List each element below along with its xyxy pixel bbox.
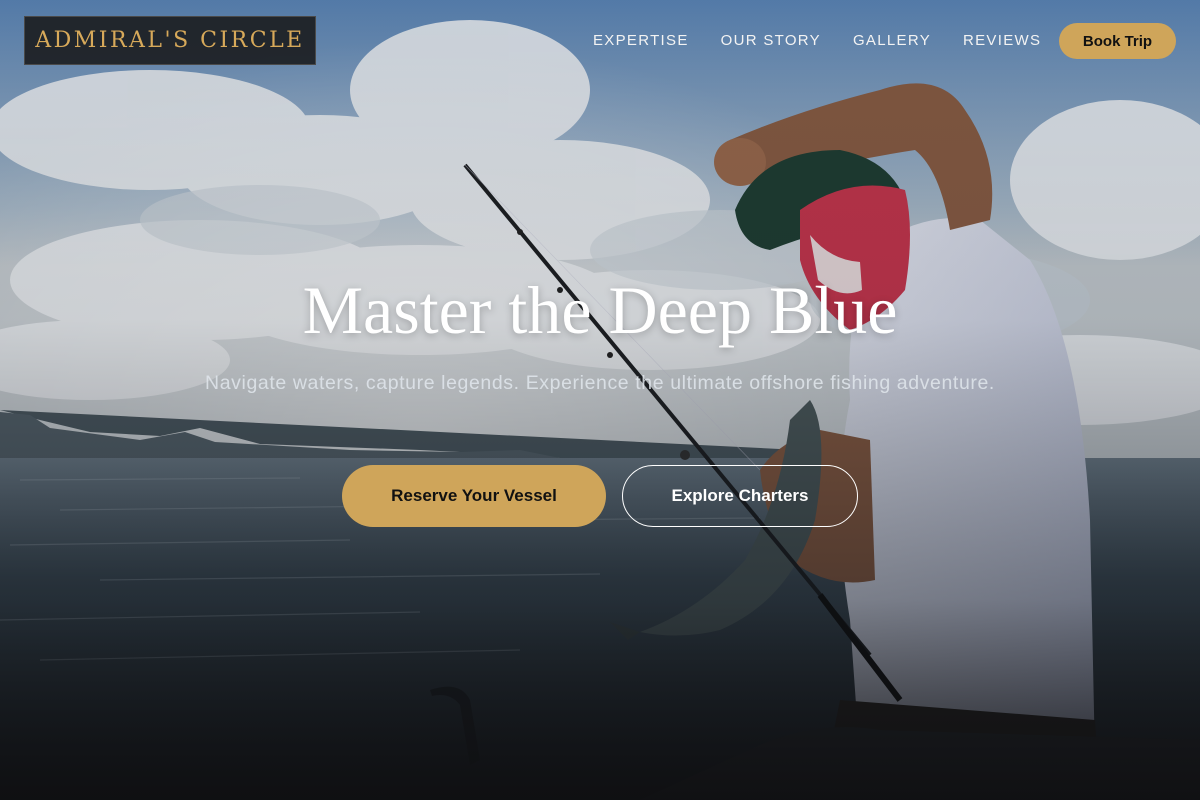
main-nav: EXPERTISE OUR STORY GALLERY REVIEWS xyxy=(593,31,1073,51)
book-trip-button[interactable]: Book Trip xyxy=(1059,23,1176,59)
nav-item-expertise[interactable]: EXPERTISE xyxy=(593,31,689,51)
hero-section: ADMIRAL'S CIRCLE EXPERTISE OUR STORY GAL… xyxy=(0,0,1200,800)
nav-item-our-story[interactable]: OUR STORY xyxy=(721,31,821,51)
brand-logo-text: ADMIRAL'S CIRCLE xyxy=(35,28,305,53)
brand-logo[interactable]: ADMIRAL'S CIRCLE xyxy=(24,16,316,65)
nav-item-gallery[interactable]: GALLERY xyxy=(853,31,931,51)
reserve-vessel-button[interactable]: Reserve Your Vessel xyxy=(342,465,606,527)
explore-charters-button[interactable]: Explore Charters xyxy=(622,465,858,527)
hero-subheadline: Navigate waters, capture legends. Experi… xyxy=(205,372,995,394)
hero-dark-overlay xyxy=(0,0,1200,800)
nav-item-reviews[interactable]: REVIEWS xyxy=(963,31,1041,51)
hero-headline: Master the Deep Blue xyxy=(302,272,898,348)
